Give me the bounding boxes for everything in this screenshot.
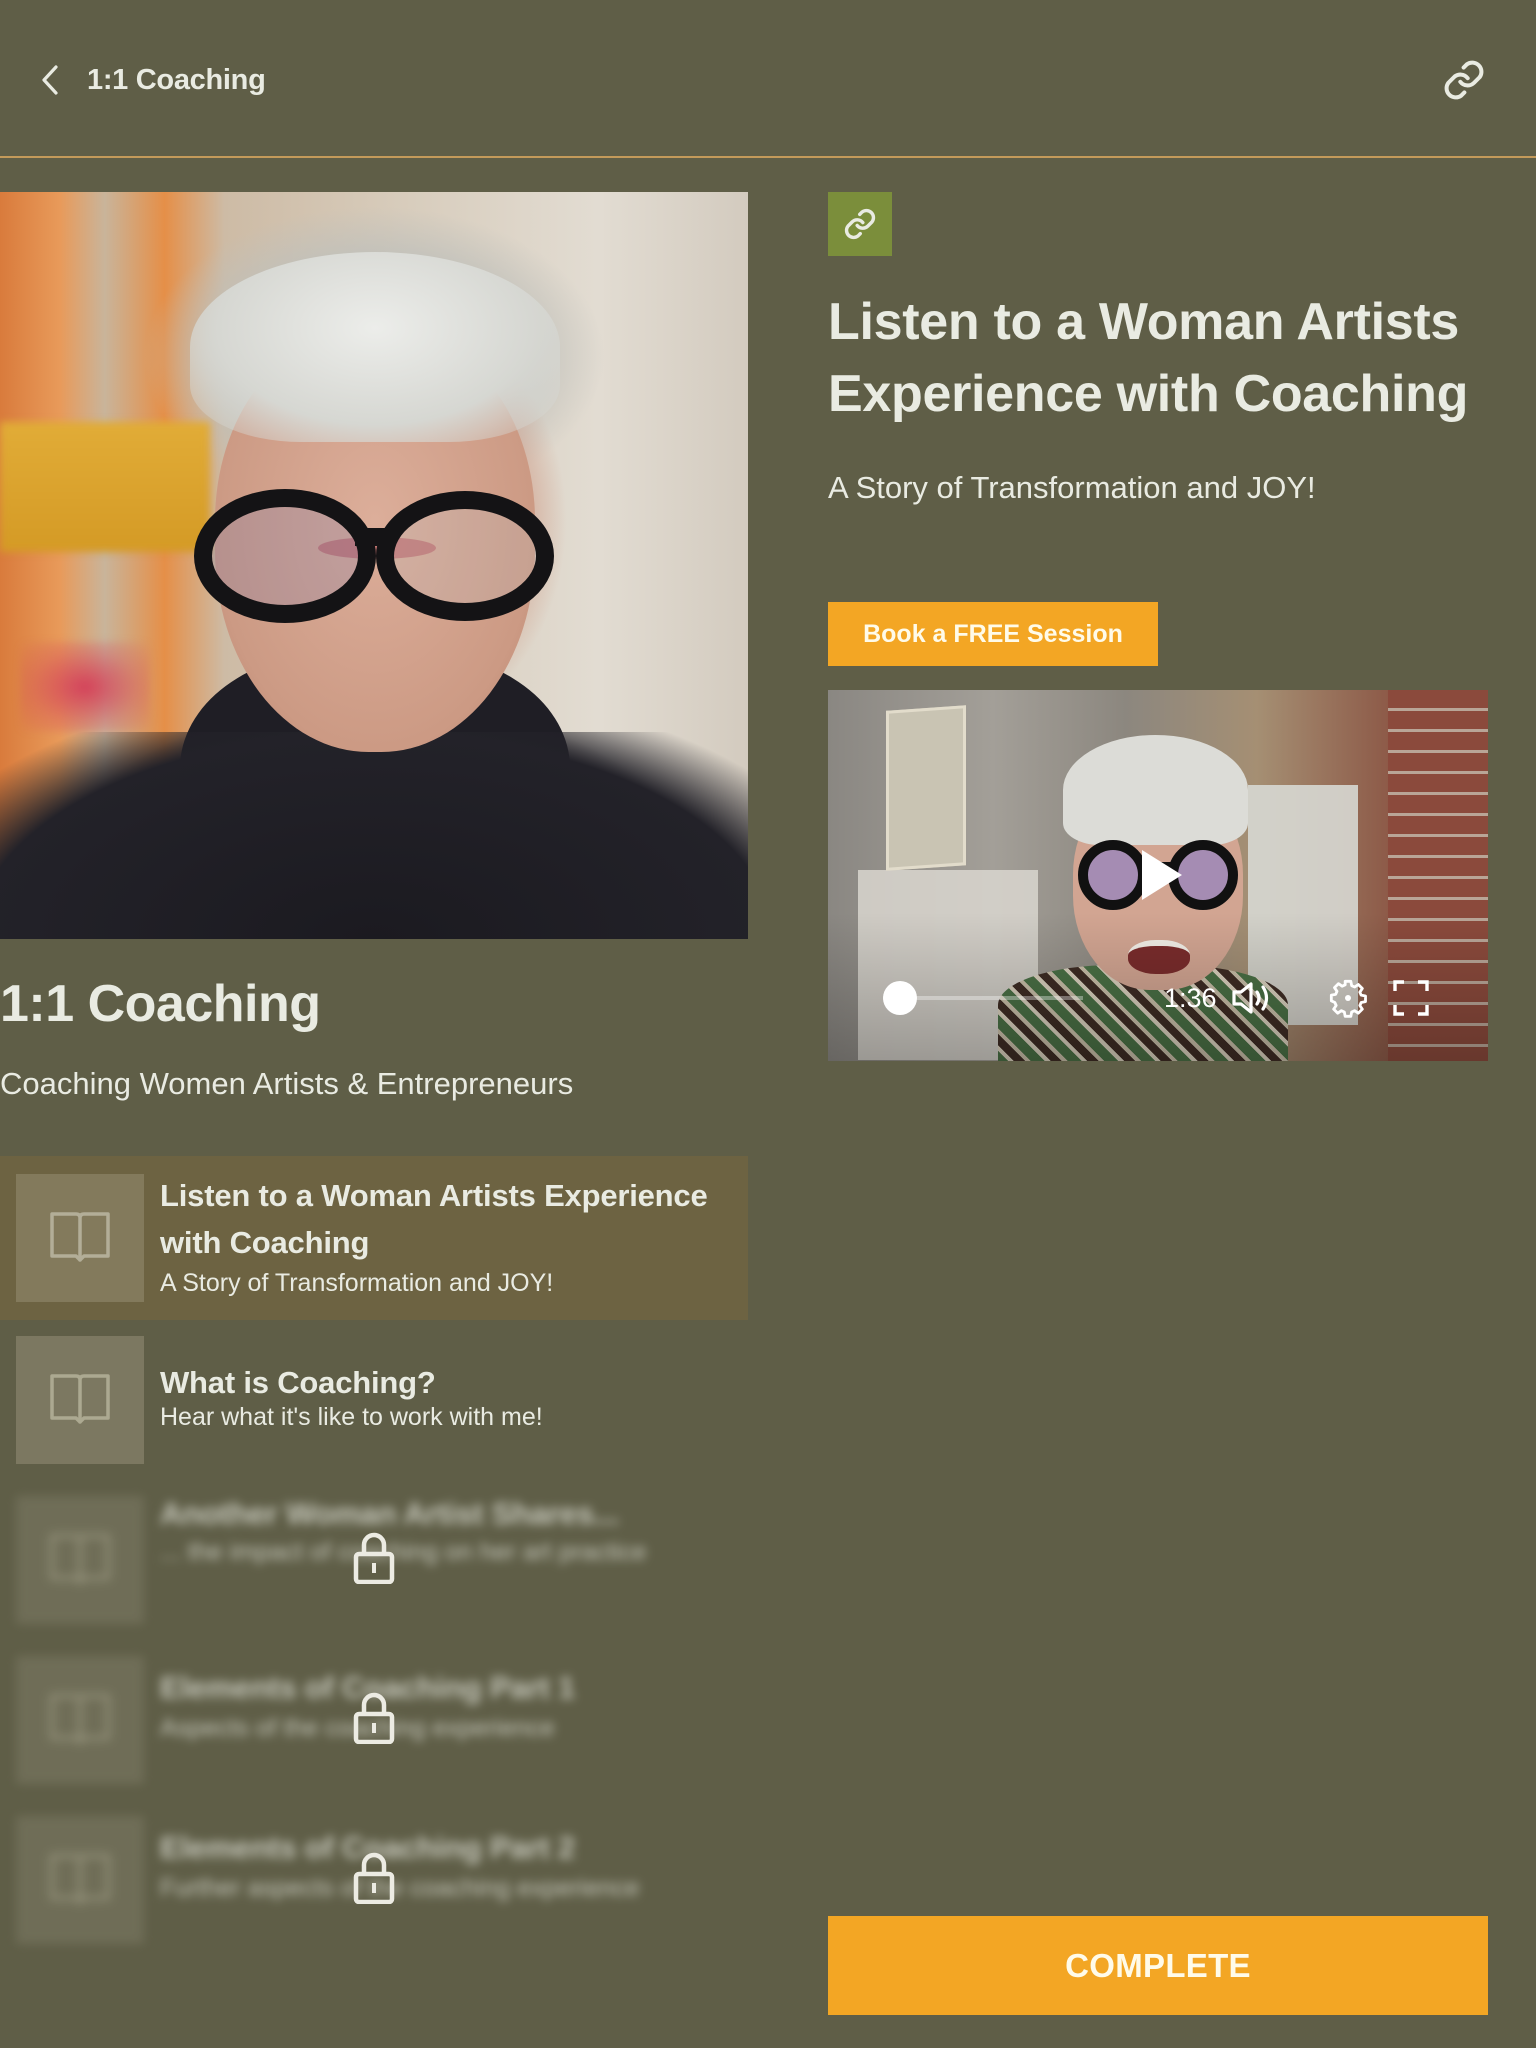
lesson-thumbnail <box>16 1336 144 1464</box>
lesson-title: Another Woman Artist Shares... <box>160 1496 620 1531</box>
lesson-title: Elements of Coaching Part 1 <box>160 1670 575 1705</box>
lesson-type-badge <box>828 192 892 256</box>
chevron-left-icon <box>42 65 58 95</box>
settings-gear-icon[interactable] <box>1328 978 1368 1018</box>
volume-icon[interactable] <box>1230 980 1276 1016</box>
share-link-button[interactable] <box>1440 56 1488 104</box>
play-icon[interactable] <box>1140 848 1184 902</box>
video-progress-handle[interactable] <box>883 981 917 1015</box>
book-open-icon <box>50 1534 110 1584</box>
back-button[interactable] <box>36 60 64 100</box>
lesson-subtitle: Aspects of the coaching experience <box>160 1714 555 1742</box>
lesson-title: What is Coaching? <box>160 1365 436 1400</box>
video-player[interactable]: 1:36 <box>828 690 1488 1061</box>
lesson-thumbnail <box>16 1496 144 1624</box>
lesson-item-active[interactable]: Listen to a Woman Artists Experience wit… <box>0 1156 748 1320</box>
lesson-thumbnail <box>16 1816 144 1944</box>
course-title: 1:1 Coaching <box>0 975 321 1033</box>
book-open-icon <box>50 1854 110 1904</box>
lesson-detail-title: Listen to a Woman Artists Experience wit… <box>828 293 1469 423</box>
lesson-item-locked[interactable]: Elements of Coaching Part 1 Aspects of t… <box>0 1638 748 1802</box>
video-duration: 1:36 <box>1164 983 1217 1013</box>
top-bar: 1:1 Coaching <box>0 0 1536 158</box>
lesson-thumbnail <box>16 1174 144 1302</box>
course-subtitle: Coaching Women Artists & Entrepreneurs <box>0 1066 574 1101</box>
complete-button[interactable]: COMPLETE <box>828 1916 1488 2015</box>
link-icon <box>844 208 876 240</box>
lesson-subtitle: Further aspects of the coaching experien… <box>160 1874 640 1902</box>
lock-icon <box>353 1852 395 1904</box>
book-open-icon <box>50 1374 110 1424</box>
lesson-subtitle: Hear what it's like to work with me! <box>160 1403 543 1431</box>
link-icon <box>1444 60 1484 100</box>
lesson-thumbnail <box>16 1656 144 1784</box>
lesson-detail-subtitle: A Story of Transformation and JOY! <box>828 470 1316 505</box>
lesson-item-locked[interactable]: Elements of Coaching Part 2 Further aspe… <box>0 1798 748 1962</box>
lesson-subtitle: ... the impact of coaching on her art pr… <box>160 1538 647 1566</box>
course-cover-photo <box>0 192 748 939</box>
lesson-item[interactable]: What is Coaching? Hear what it's like to… <box>0 1318 748 1482</box>
header-title: 1:1 Coaching <box>87 64 266 96</box>
book-open-icon <box>50 1694 110 1744</box>
lesson-title: Elements of Coaching Part 2 <box>160 1830 575 1865</box>
fullscreen-icon[interactable] <box>1392 979 1430 1017</box>
book-open-icon <box>50 1212 110 1262</box>
lesson-title: Listen to a Woman Artists Experience wit… <box>160 1178 708 1260</box>
book-free-session-button[interactable]: Book a FREE Session <box>828 602 1158 666</box>
lock-icon <box>353 1532 395 1584</box>
lesson-subtitle: A Story of Transformation and JOY! <box>160 1269 554 1297</box>
lock-icon <box>353 1692 395 1744</box>
lesson-item-locked[interactable]: Another Woman Artist Shares... ... the i… <box>0 1478 748 1642</box>
